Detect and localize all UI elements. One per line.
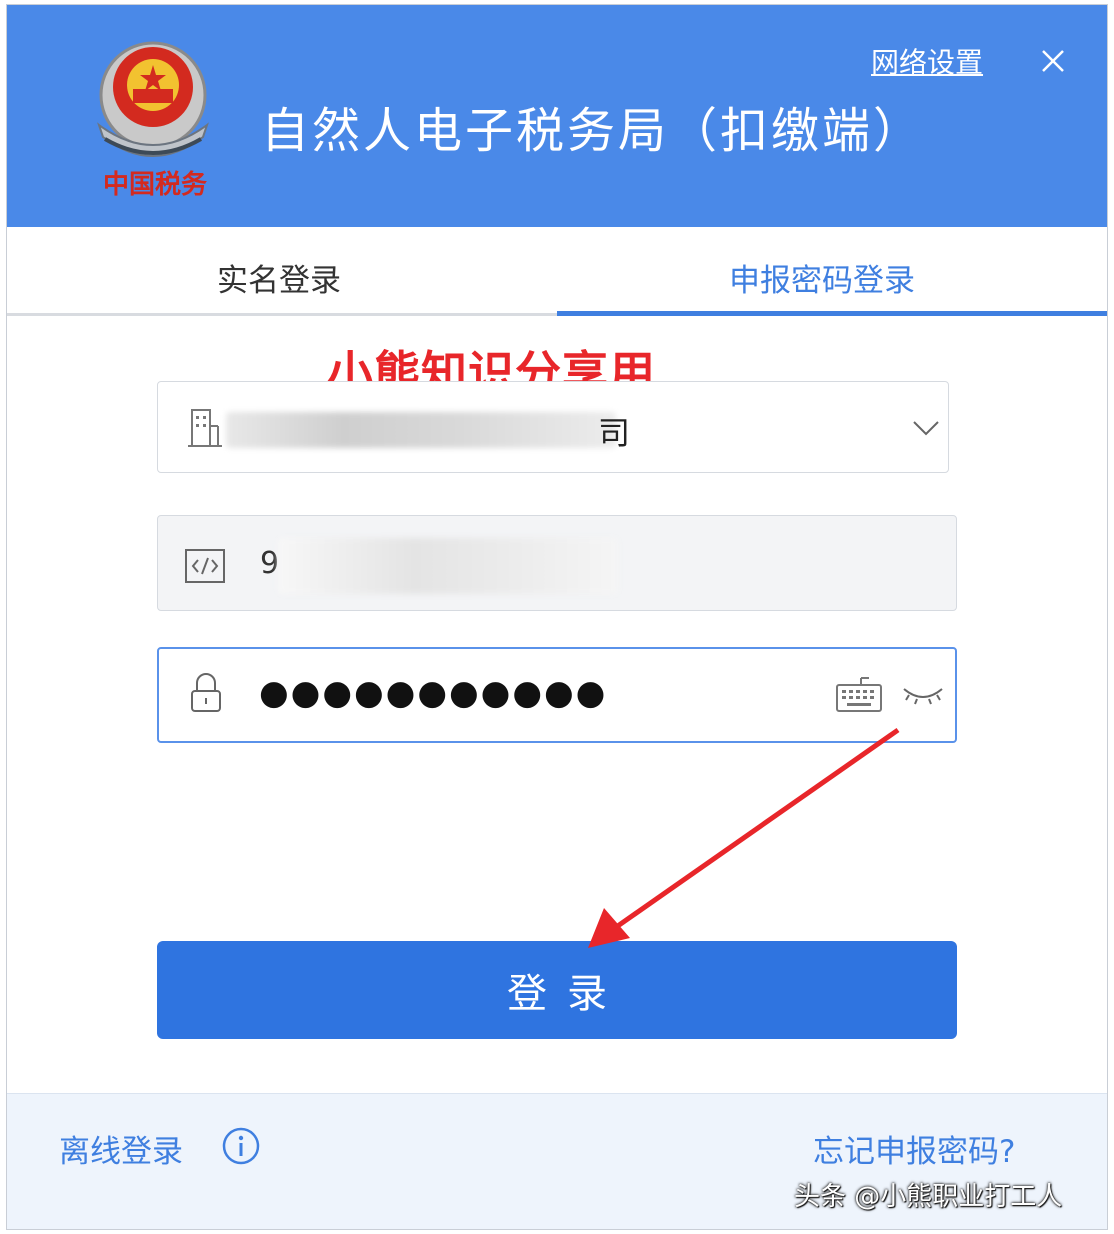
tax-id-value: 9 — [260, 546, 280, 581]
login-tabs: 实名登录 申报密码登录 — [7, 227, 1107, 319]
tax-id-field[interactable]: 9 — [157, 515, 957, 611]
company-select[interactable]: 司 — [157, 381, 949, 473]
chevron-down-icon[interactable] — [910, 412, 942, 444]
eye-closed-icon[interactable] — [901, 683, 945, 707]
password-field[interactable]: ●●●●●●●●●●● — [157, 647, 957, 743]
offline-login-link[interactable]: 离线登录 — [59, 1126, 183, 1171]
app-title: 自然人电子税务局（扣缴端） — [261, 103, 925, 159]
svg-text:中国税务: 中国税务 — [103, 170, 207, 200]
password-masked-value: ●●●●●●●●●●● — [259, 673, 608, 713]
attribution-watermark: 头条 @小熊职业打工人 — [794, 1182, 1063, 1212]
redacted-company-name — [226, 412, 616, 448]
tab-active-indicator — [557, 311, 1107, 316]
close-icon[interactable] — [1037, 45, 1069, 77]
forgot-password-link[interactable]: 忘记申报密码? — [813, 1126, 1015, 1171]
login-window: 中国税务 自然人电子税务局（扣缴端） 网络设置 实名登录 申报密码登录 小熊知识… — [6, 4, 1108, 1230]
redacted-tax-id — [278, 538, 618, 594]
header-bar: 中国税务 自然人电子税务局（扣缴端） 网络设置 — [7, 5, 1107, 227]
network-settings-link[interactable]: 网络设置 — [871, 41, 983, 81]
company-name-suffix: 司 — [598, 414, 631, 452]
keyboard-icon[interactable] — [835, 675, 883, 715]
tab-realname-login[interactable]: 实名登录 — [217, 255, 341, 300]
login-button[interactable]: 登录 — [157, 941, 957, 1039]
tab-password-login[interactable]: 申报密码登录 — [729, 255, 915, 300]
building-icon — [188, 409, 222, 447]
info-icon[interactable] — [221, 1126, 261, 1166]
code-icon — [185, 549, 225, 583]
tax-emblem-logo: 中国税务 — [97, 41, 209, 200]
lock-icon — [191, 673, 221, 712]
